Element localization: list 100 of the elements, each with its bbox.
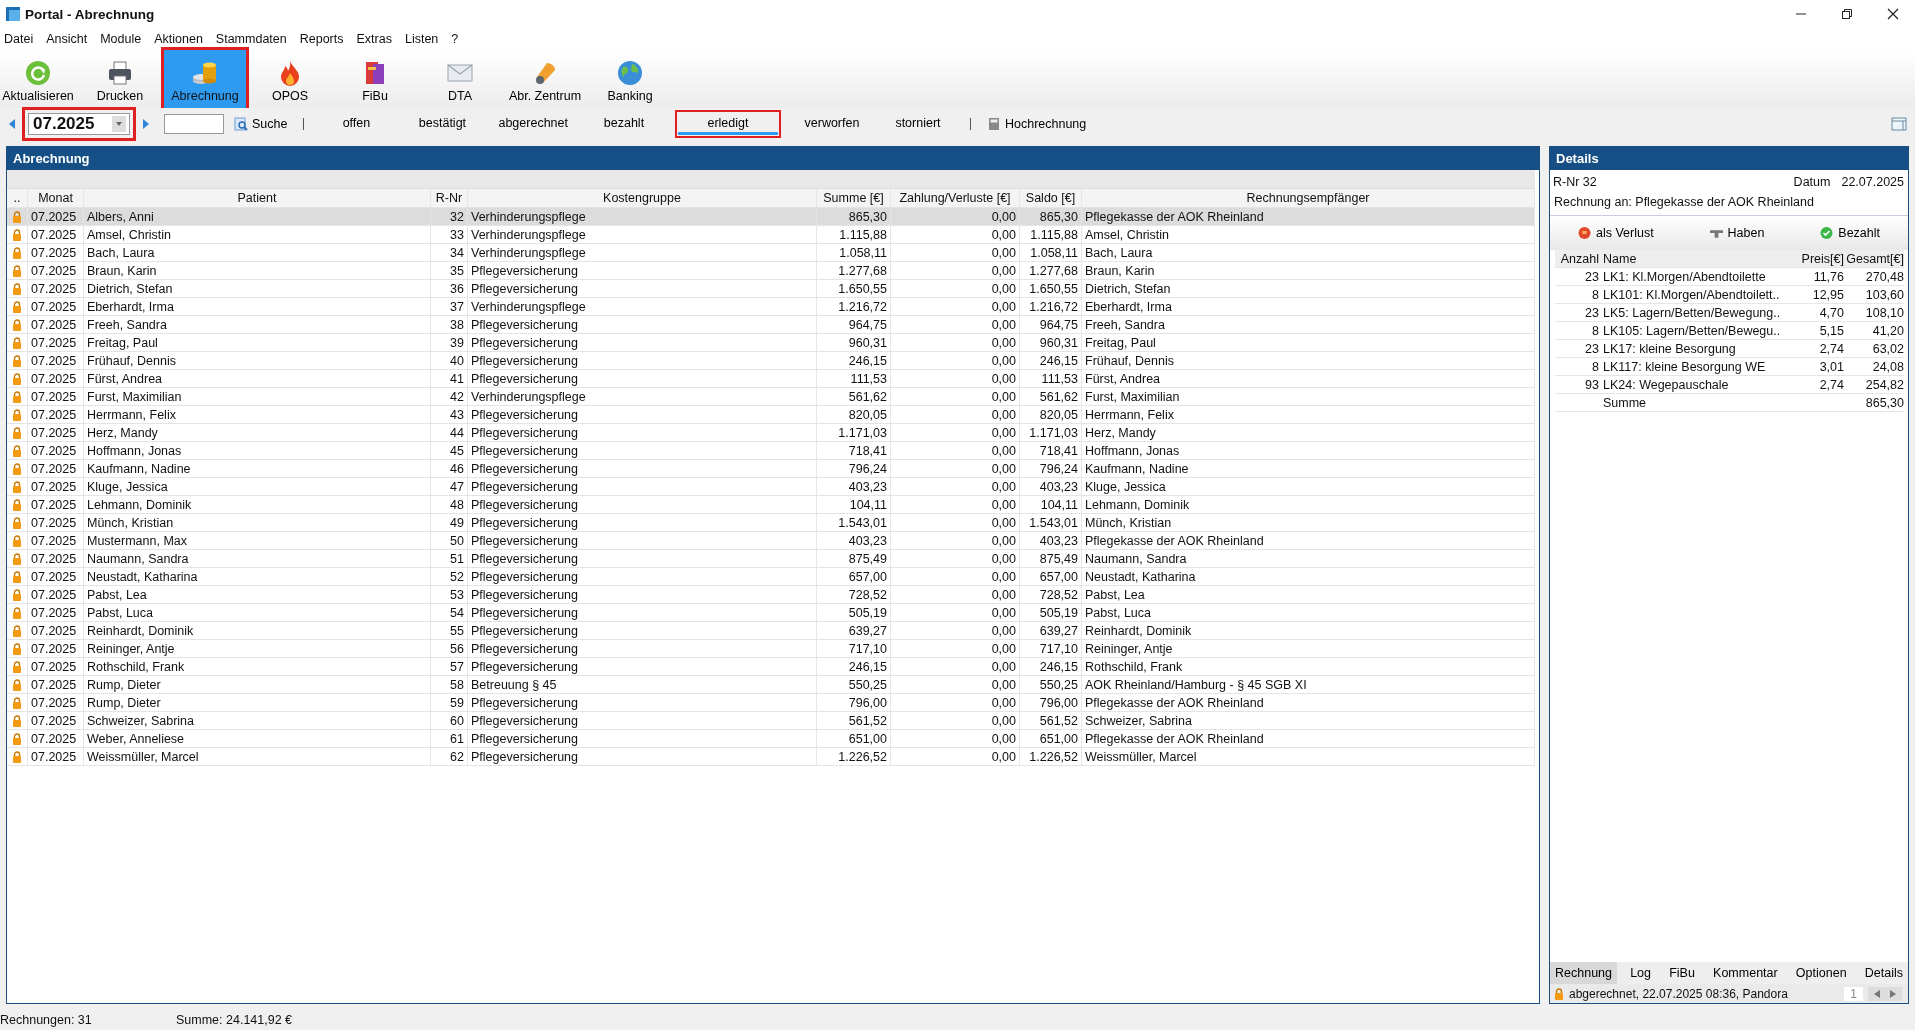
table-row[interactable]: 07.2025 Herrmann, Felix 43 Pflegeversicherung 820,05 0,00 820,05 Herrmann, Felix <box>7 406 1535 424</box>
filter-tab[interactable]: bezahlt <box>583 113 664 135</box>
details-tab[interactable]: Log <box>1625 962 1657 984</box>
filter-tab[interactable]: verworfen <box>791 113 872 135</box>
table-row[interactable]: 07.2025 Naumann, Sandra 51 Pflegeversicherung 875,49 0,00 875,49 Naumann, Sandra <box>7 550 1535 568</box>
toolbar-button[interactable]: Aktualisieren <box>0 50 76 108</box>
table-row[interactable]: 07.2025 Hoffmann, Jonas 45 Pflegeversicherung 718,41 0,00 718,41 Hoffmann, Jonas <box>7 442 1535 460</box>
filter-tab[interactable]: abgerechnet <box>488 113 578 135</box>
table-cell: 07.2025 <box>28 496 84 513</box>
column-header[interactable]: Kostengruppe <box>468 189 817 207</box>
filter-tab[interactable]: bestätigt <box>402 113 483 135</box>
action-button[interactable]: als Verlust <box>1571 225 1660 241</box>
menu-item[interactable]: Reports <box>297 32 350 46</box>
table-row[interactable]: 07.2025 Amsel, Christin 33 Verhinderungspflege 1.115,88 0,00 1.115,88 Amsel, Christin <box>7 226 1535 244</box>
next-icon[interactable] <box>1889 988 1897 999</box>
table-row[interactable]: 07.2025 Lehmann, Dominik 48 Pflegeversicherung 104,11 0,00 104,11 Lehmann, Dominik <box>7 496 1535 514</box>
table-row[interactable]: 07.2025 Bach, Laura 34 Verhinderungspflege 1.058,11 0,00 1.058,11 Bach, Laura <box>7 244 1535 262</box>
table-row[interactable]: 07.2025 Pabst, Lea 53 Pflegeversicherung 728,52 0,00 728,52 Pabst, Lea <box>7 586 1535 604</box>
table-row[interactable]: 07.2025 Kaufmann, Nadine 46 Pflegeversicherung 796,24 0,00 796,24 Kaufmann, Nadine <box>7 460 1535 478</box>
table-row[interactable]: 07.2025 Münch, Kristian 49 Pflegeversicherung 1.543,01 0,00 1.543,01 Münch, Kristian <box>7 514 1535 532</box>
search-field[interactable] <box>164 114 224 134</box>
table-row[interactable]: 07.2025 Frühauf, Dennis 40 Pflegeversicherung 246,15 0,00 246,15 Frühauf, Dennis <box>7 352 1535 370</box>
action-button[interactable]: Haben <box>1703 225 1771 241</box>
table-row[interactable]: 07.2025 Rump, Dieter 59 Pflegeversicherung 796,00 0,00 796,00 Pflegekasse der AOK Rheinland <box>7 694 1535 712</box>
table-cell: Pflegeversicherung <box>468 406 817 423</box>
table-row[interactable]: 07.2025 Reininger, Antje 56 Pflegeversicherung 717,10 0,00 717,10 Reininger, Antje <box>7 640 1535 658</box>
table-cell: Verhinderungspflege <box>468 208 817 225</box>
table-row[interactable]: 07.2025 Reinhardt, Dominik 55 Pflegeversicherung 639,27 0,00 639,27 Reinhardt, Dominik <box>7 622 1535 640</box>
menu-item[interactable]: Listen <box>402 32 445 46</box>
column-header[interactable]: Zahlung/Verluste [€] <box>891 189 1020 207</box>
action-button[interactable]: Bezahlt <box>1814 225 1886 241</box>
details-tab[interactable]: Details <box>1859 962 1908 984</box>
table-row[interactable]: 07.2025 Rump, Dieter 58 Betreuung § 45 550,25 0,00 550,25 AOK Rheinland/Hamburg - § 45 SGB XI <box>7 676 1535 694</box>
table-cell: 403,23 <box>1020 478 1082 495</box>
menu-item[interactable]: Extras <box>354 32 398 46</box>
table-row[interactable]: 07.2025 Eberhardt, Irma 37 Verhinderungspflege 1.216,72 0,00 1.216,72 Eberhardt, Irma <box>7 298 1535 316</box>
table-row[interactable]: 07.2025 Weissmüller, Marcel 62 Pflegeversicherung 1.226,52 0,00 1.226,52 Weissmüller, Marcel <box>7 748 1535 766</box>
table-cell-text: LK101: Kl.Morgen/Abendtoilett.. <box>1602 287 1781 302</box>
table-row[interactable]: 07.2025 Fürst, Andrea 41 Pflegeversicherung 111,53 0,00 111,53 Fürst, Andrea <box>7 370 1535 388</box>
forecast-button[interactable]: Hochrechnung <box>982 115 1091 133</box>
next-icon[interactable] <box>142 118 150 130</box>
table-cell: Pflegeversicherung <box>468 586 817 603</box>
toolbar-button[interactable]: Banking <box>589 50 671 108</box>
toolbar-button[interactable]: OPOS <box>249 50 331 108</box>
table-row[interactable]: 07.2025 Schweizer, Sabrina 60 Pflegeversicherung 561,52 0,00 561,52 Schweizer, Sabrina <box>7 712 1535 730</box>
table-row[interactable]: 07.2025 Weber, Anneliese 61 Pflegeversicherung 651,00 0,00 651,00 Pflegekasse der AOK Rheinland <box>7 730 1535 748</box>
table-row[interactable]: 07.2025 Kluge, Jessica 47 Pflegeversicherung 403,23 0,00 403,23 Kluge, Jessica <box>7 478 1535 496</box>
table-row[interactable]: 07.2025 Dietrich, Stefan 36 Pflegeversicherung 1.650,55 0,00 1.650,55 Dietrich, Stefan <box>7 280 1535 298</box>
column-header[interactable]: .. <box>7 189 28 207</box>
menu-item[interactable]: Stammdaten <box>213 32 293 46</box>
toolbar-button[interactable]: Abr. Zentrum <box>504 50 586 108</box>
column-header[interactable]: Patient <box>84 189 431 207</box>
table-row[interactable]: 07.2025 Neustadt, Katharina 52 Pflegeversicherung 657,00 0,00 657,00 Neustadt, Katharina <box>7 568 1535 586</box>
details-tab[interactable]: FiBu <box>1664 962 1700 984</box>
table-cell: 0,00 <box>891 514 1020 531</box>
table-cell: 561,52 <box>1020 712 1082 729</box>
column-header[interactable]: Summe [€] <box>817 189 891 207</box>
table-cell: 07.2025 <box>28 424 84 441</box>
toolbar-button[interactable]: DTA <box>419 50 501 108</box>
restore-icon[interactable] <box>1841 8 1853 20</box>
table-row[interactable]: 07.2025 Pabst, Luca 54 Pflegeversicherung 505,19 0,00 505,19 Pabst, Luca <box>7 604 1535 622</box>
column-header[interactable]: Rechnungsempfänger <box>1082 189 1535 207</box>
filter-tab[interactable]: storniert <box>877 113 958 135</box>
details-tab[interactable]: Kommentar <box>1708 962 1783 984</box>
table-cell: 38 <box>431 316 468 333</box>
toolbar-button[interactable]: FiBu <box>334 50 416 108</box>
table-row[interactable]: 07.2025 Albers, Anni 32 Verhinderungspflege 865,30 0,00 865,30 Pflegekasse der AOK Rheinland <box>7 208 1535 226</box>
menu-item[interactable]: Module <box>98 32 148 46</box>
search-button[interactable]: Suche <box>230 115 292 133</box>
toolbar-button[interactable]: Drucken <box>79 50 161 108</box>
table-cell: Schweizer, Sabrina <box>1082 712 1535 729</box>
table-row[interactable]: 07.2025 Rothschild, Frank 57 Pflegeversicherung 246,15 0,00 246,15 Rothschild, Frank <box>7 658 1535 676</box>
table-row[interactable]: 07.2025 Mustermann, Max 50 Pflegeversicherung 403,23 0,00 403,23 Pflegekasse der AOK Rheinland <box>7 532 1535 550</box>
table-row[interactable]: 07.2025 Furst, Maximilian 42 Verhinderungspflege 561,62 0,00 561,62 Furst, Maximilian <box>7 388 1535 406</box>
filter-tab[interactable]: offen <box>316 113 397 135</box>
table-row[interactable]: 07.2025 Freeh, Sandra 38 Pflegeversicherung 964,75 0,00 964,75 Freeh, Sandra <box>7 316 1535 334</box>
month-dropdown[interactable]: 07.2025 <box>28 113 130 135</box>
filter-tab[interactable]: erledigt <box>677 113 778 135</box>
details-tab[interactable]: Optionen <box>1790 962 1852 984</box>
menu-item[interactable]: Ansicht <box>44 32 94 46</box>
table-cell: Pflegekasse der AOK Rheinland <box>1082 730 1535 747</box>
column-header[interactable]: R-Nr <box>431 189 468 207</box>
menu-item[interactable]: Aktionen <box>152 32 209 46</box>
toolbar-button[interactable]: Abrechnung <box>164 50 246 108</box>
table-row[interactable]: 07.2025 Braun, Karin 35 Pflegeversicherung 1.277,68 0,00 1.277,68 Braun, Karin <box>7 262 1535 280</box>
menu-item[interactable]: Datei <box>2 32 40 46</box>
table-row[interactable]: 07.2025 Freitag, Paul 39 Pflegeversicherung 960,31 0,00 960,31 Freitag, Paul <box>7 334 1535 352</box>
table-cell: Kaufmann, Nadine <box>1082 460 1535 477</box>
panel-icon[interactable] <box>1891 117 1907 131</box>
previous-icon[interactable] <box>8 118 16 130</box>
previous-icon[interactable] <box>1873 988 1881 999</box>
invoice-number: R-Nr 32 <box>1553 175 1597 189</box>
column-header[interactable]: Saldo [€] <box>1020 189 1082 207</box>
menu-item[interactable]: ? <box>449 32 465 46</box>
column-header: Gesamt[€] <box>1845 251 1904 266</box>
table-cell: 0,00 <box>891 550 1020 567</box>
table-row[interactable]: 07.2025 Herz, Mandy 44 Pflegeversicherung 1.171,03 0,00 1.171,03 Herz, Mandy <box>7 424 1535 442</box>
column-header[interactable]: Monat <box>28 189 84 207</box>
close-icon[interactable] <box>1887 8 1899 20</box>
details-tab[interactable]: Rechnung <box>1550 962 1617 984</box>
